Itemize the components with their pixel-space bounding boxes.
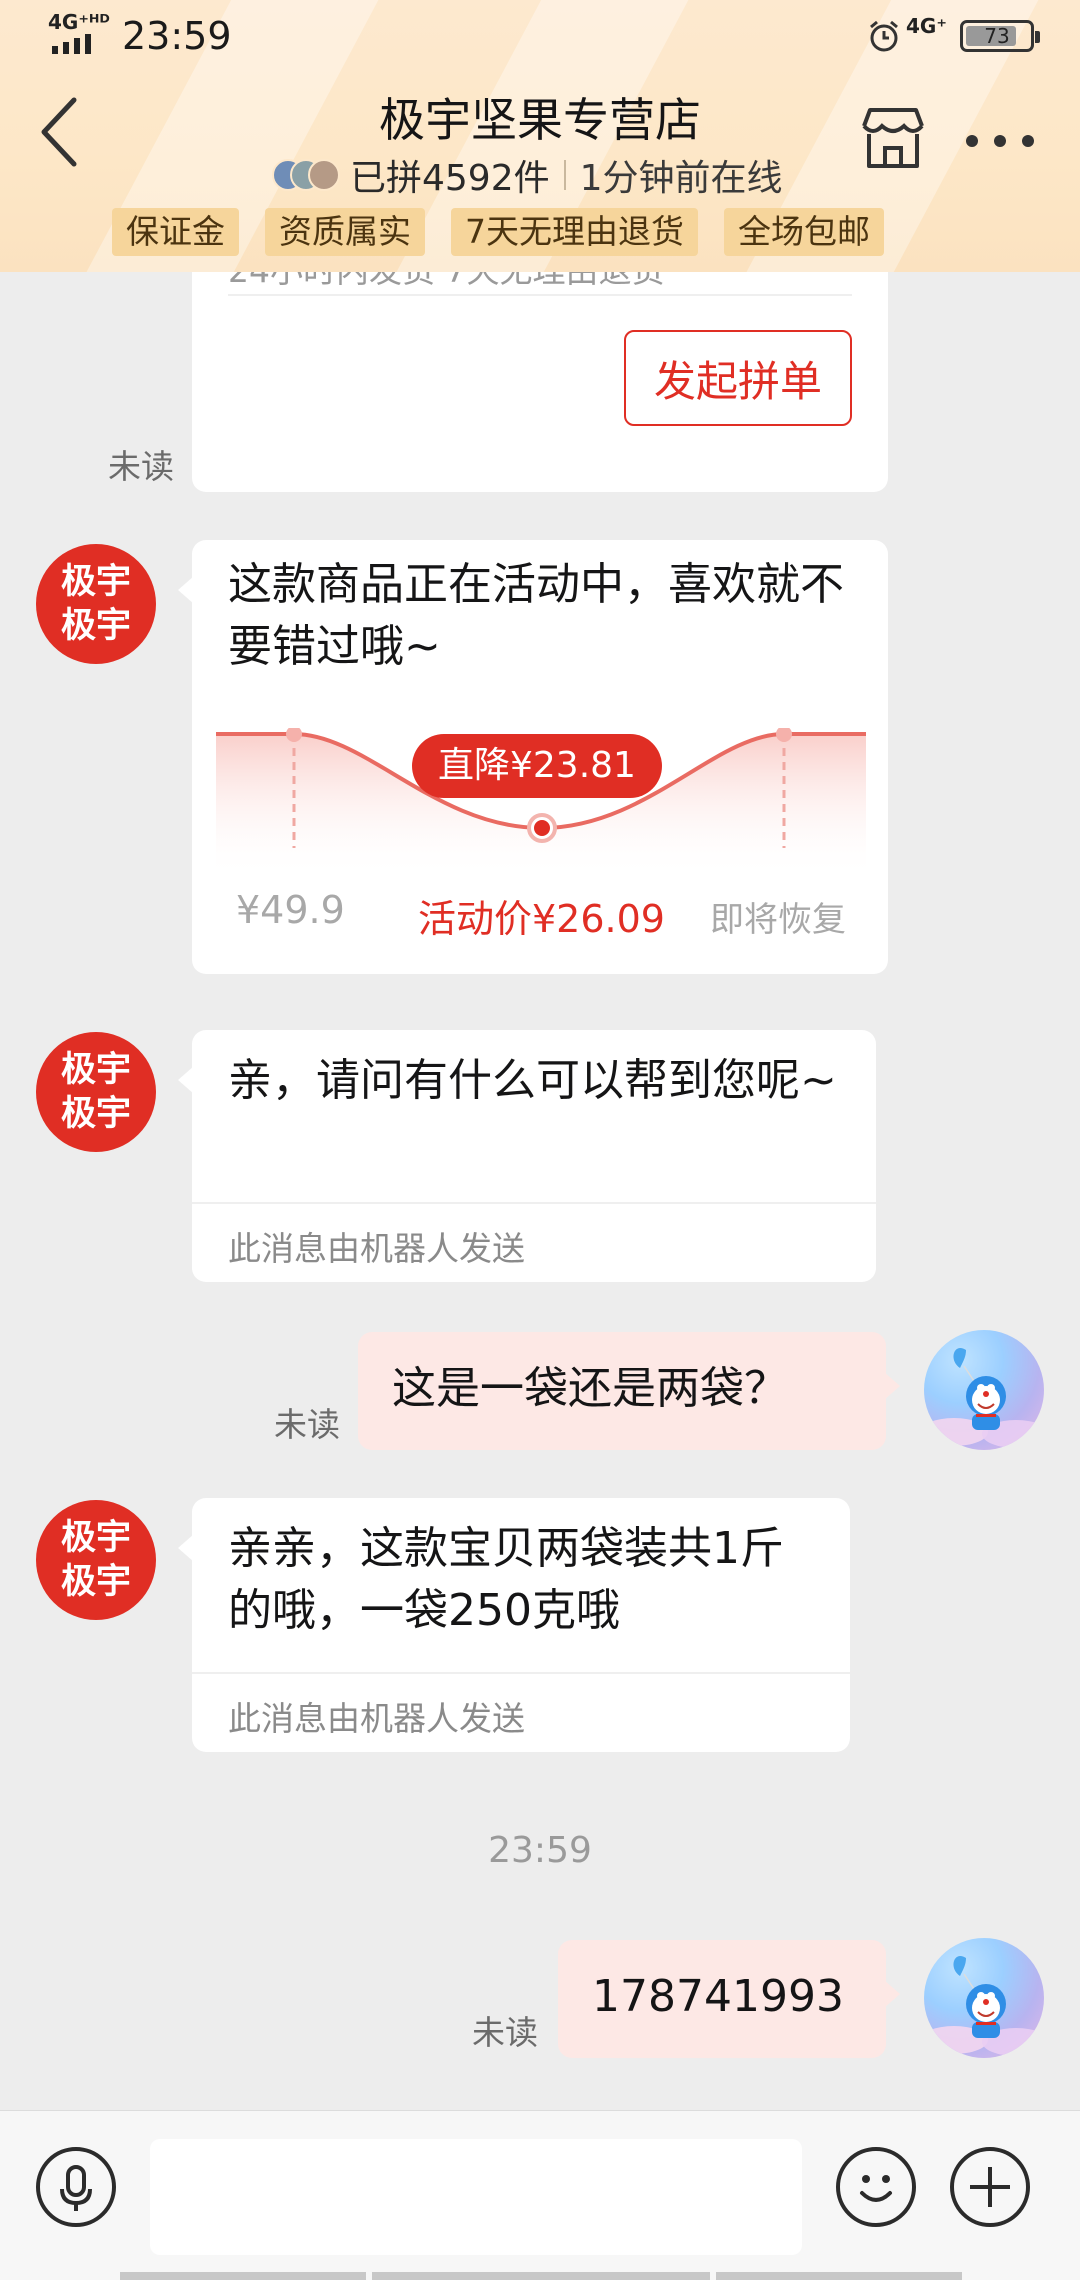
page-title[interactable]: 极宇坚果专营店 — [240, 84, 840, 150]
emoji-icon[interactable] — [836, 2147, 916, 2227]
user-message-bubble: 这是一袋还是两袋？ — [358, 1332, 900, 1450]
robot-note: 此消息由机器人发送 — [228, 1229, 525, 1268]
network-indicator-right: 4G⁺ — [906, 14, 947, 38]
message-text: 这是一袋还是两袋？ — [392, 1363, 788, 1414]
user-avatar[interactable] — [924, 1330, 1044, 1450]
unread-label: 未读 — [472, 2013, 538, 2052]
activity-price: 活动价¥26.09 — [418, 897, 665, 941]
alarm-icon — [870, 20, 898, 52]
message-bubble: 亲，请问有什么可以帮到您呢~ 此消息由机器人发送 — [178, 1030, 876, 1282]
original-price: ¥49.9 — [236, 888, 345, 932]
message-text: 亲，请问有什么可以帮到您呢~ — [228, 1055, 837, 1106]
more-dots-icon[interactable] — [962, 126, 1038, 156]
microphone-icon[interactable] — [36, 2147, 116, 2227]
message-bubble: 这款商品正在活动中，喜欢就不要错过哦~ 直降¥23.81 ¥49.9 活动价¥2… — [178, 540, 888, 974]
chat-header: 4G⁺ᴴᴰ 23:59 4G⁺ 73 极宇坚果专营店 已拼4592件 1分钟前在… — [0, 0, 1080, 272]
avatar-text: 极宇 极宇 — [60, 1518, 131, 1602]
restore-label: 即将恢复 — [710, 900, 846, 940]
avatar-text: 极宇 极宇 — [60, 1050, 131, 1134]
store-stats: 已拼4592件 1分钟前在线 — [272, 152, 783, 199]
plus-icon[interactable] — [950, 2147, 1030, 2227]
buyer-avatars — [272, 157, 344, 193]
status-time: 23:59 — [122, 14, 232, 58]
divider — [228, 294, 852, 296]
battery-icon: 73 — [960, 20, 1040, 52]
input-bar — [0, 2110, 1080, 2280]
message-text: 178741993 — [592, 1971, 844, 2022]
microphone-glyph — [60, 2165, 92, 2211]
online-status: 1分钟前在线 — [579, 158, 783, 199]
doraemon-icon — [924, 1347, 1044, 1448]
unread-label: 未读 — [274, 1405, 340, 1444]
store-tags: 保证金 资质属实 7天无理由退货 全场包邮 — [112, 208, 884, 256]
message-text: 这款商品正在活动中，喜欢就不要错过哦~ — [228, 559, 844, 672]
signal-icon — [52, 32, 104, 54]
status-bar: 4G⁺ᴴᴰ 23:59 4G⁺ 73 — [0, 0, 1080, 72]
joined-count: 已拼4592件 — [350, 158, 550, 199]
chat-list[interactable]: 24小时内发货 7天无理由退货 发起拼单 未读 极宇极宇 这款商品正在活动中，喜… — [0, 272, 1080, 2110]
robot-note: 此消息由机器人发送 — [228, 1699, 525, 1738]
user-message-bubble: 178741993 — [558, 1940, 900, 2058]
back-button[interactable] — [30, 88, 90, 178]
message-input[interactable] — [150, 2139, 802, 2255]
price-drop-badge: 直降¥23.81 — [412, 734, 662, 798]
doraemon-icon — [924, 1955, 1044, 2056]
group-buy-card: 24小时内发货 7天无理由退货 发起拼单 — [192, 272, 888, 492]
smiley-glyph — [860, 2175, 892, 2202]
battery-level: 73 — [984, 24, 1010, 48]
message-bubble: 亲亲，这款宝贝两袋装共1斤的哦，一袋250克哦 此消息由机器人发送 — [178, 1498, 850, 1752]
store-avatar[interactable]: 极宇 极宇 — [36, 1032, 156, 1152]
message-timestamp: 23:59 — [488, 1830, 592, 1871]
tag-free-shipping[interactable]: 全场包邮 — [724, 208, 884, 256]
message-text: 亲亲，这款宝贝两袋装共1斤的哦，一袋250克哦 — [228, 1523, 784, 1636]
tag-return[interactable]: 7天无理由退货 — [451, 208, 698, 256]
network-indicator: 4G⁺ᴴᴰ — [48, 10, 110, 34]
divider — [563, 160, 566, 190]
divider — [192, 1202, 876, 1204]
store-avatar[interactable]: 极宇 极宇 — [36, 544, 156, 664]
unread-label: 未读 — [108, 447, 174, 486]
start-group-buy-button[interactable]: 发起拼单 — [624, 330, 852, 426]
divider — [192, 1672, 850, 1674]
user-avatar[interactable] — [924, 1938, 1044, 2058]
gesture-bar — [0, 2272, 1080, 2280]
card-cut-text: 24小时内发货 7天无理由退货 — [228, 272, 664, 292]
tag-deposit[interactable]: 保证金 — [112, 208, 239, 256]
avatar-text: 极宇 极宇 — [60, 562, 131, 646]
store-avatar[interactable]: 极宇 极宇 — [36, 1500, 156, 1620]
tag-verified[interactable]: 资质属实 — [265, 208, 425, 256]
store-icon[interactable] — [858, 104, 928, 172]
